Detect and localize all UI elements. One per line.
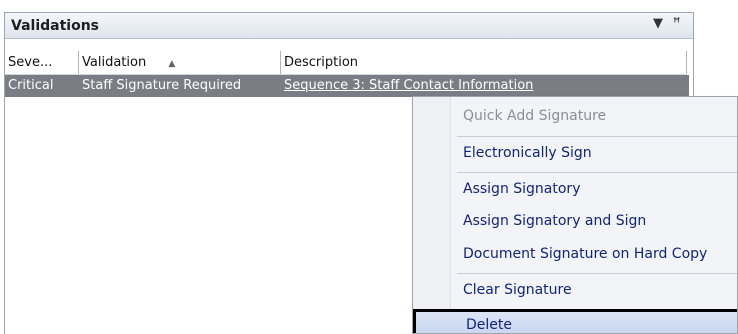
column-header-validation[interactable]: Validation ▲	[79, 51, 281, 74]
description-link[interactable]: Sequence 3: Staff Contact Information	[281, 75, 687, 97]
panel-header: Validations ▼ ꟸ	[5, 13, 693, 39]
column-header-label: Description	[284, 55, 359, 70]
severity-cell: Critical	[8, 78, 54, 93]
sort-ascending-icon: ▲	[168, 59, 176, 69]
column-header-description[interactable]: Description	[281, 51, 687, 74]
menu-separator	[457, 172, 737, 173]
dropdown-icon[interactable]: ▼	[653, 16, 663, 31]
menu-item-document-signature-hard-copy[interactable]: Document Signature on Hard Copy	[451, 239, 737, 270]
validation-cell: Staff Signature Required	[82, 78, 242, 93]
menu-separator	[457, 136, 737, 137]
grid-header: Seve... Validation ▲ Description	[5, 51, 687, 75]
menu-item-delete[interactable]: Delete	[413, 309, 737, 333]
menu-icon-gutter	[413, 97, 451, 333]
menu-item-electronically-sign[interactable]: Electronically Sign	[451, 138, 737, 169]
context-menu: Quick Add Signature Electronically Sign …	[412, 96, 738, 334]
menu-item-clear-signature[interactable]: Clear Signature	[451, 275, 737, 306]
column-header-label: Seve...	[8, 55, 53, 70]
column-header-label: Validation	[82, 55, 147, 70]
menu-item-quick-add-signature: Quick Add Signature	[463, 108, 607, 124]
menu-item-assign-signatory[interactable]: Assign Signatory	[451, 174, 737, 205]
panel-title: Validations	[11, 18, 99, 34]
menu-item-assign-signatory-and-sign[interactable]: Assign Signatory and Sign	[451, 206, 737, 237]
pin-icon[interactable]: ꟸ	[673, 16, 681, 31]
menu-separator	[457, 273, 737, 274]
column-header-severity[interactable]: Seve...	[5, 51, 79, 74]
table-row[interactable]: Critical Staff Signature Required Sequen…	[5, 75, 689, 97]
